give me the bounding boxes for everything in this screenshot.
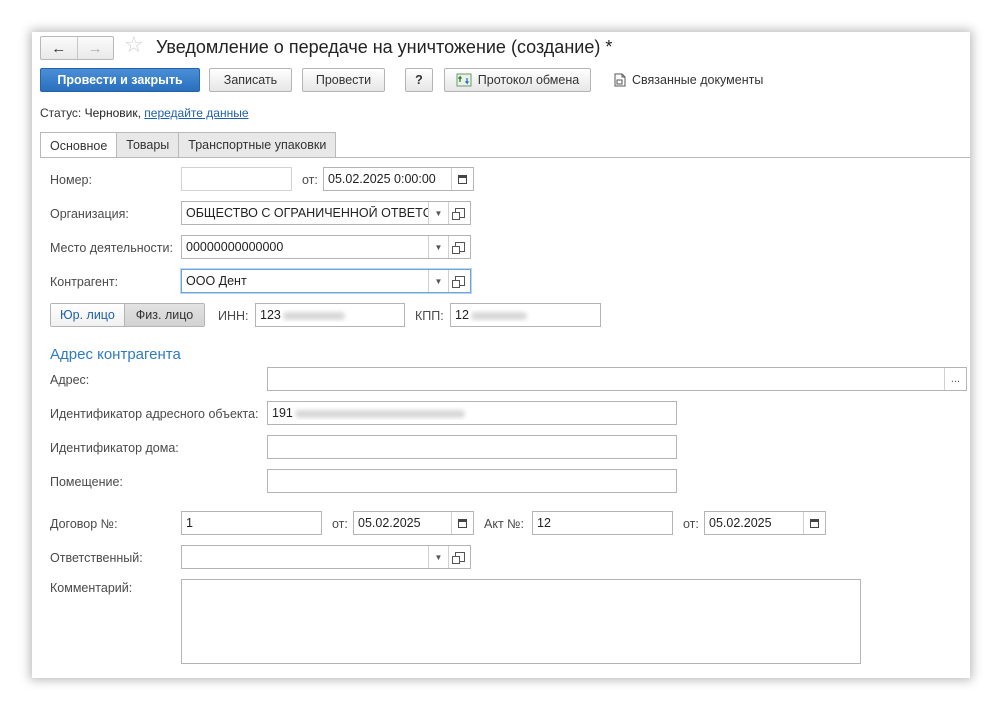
save-button[interactable]: Записать: [209, 68, 292, 92]
act-from-label: от:: [683, 517, 699, 531]
address-section-title: Адрес контрагента: [50, 346, 181, 363]
number-label: Номер:: [50, 173, 92, 187]
calendar-icon[interactable]: [451, 168, 473, 190]
calendar-icon[interactable]: [451, 512, 473, 534]
counterparty-field[interactable]: ООО Дент ▼: [181, 269, 471, 293]
organization-label: Организация:: [50, 207, 129, 221]
responsible-label: Ответственный:: [50, 551, 143, 565]
post-button[interactable]: Провести: [302, 68, 385, 92]
page-title: Уведомление о передаче на уничтожение (с…: [156, 37, 613, 57]
room-field[interactable]: [267, 469, 677, 493]
entity-type-switch: Юр. лицо Физ. лицо: [50, 303, 206, 327]
number-field[interactable]: [181, 167, 292, 191]
chevron-down-icon[interactable]: ▼: [428, 270, 448, 292]
inn-label: ИНН:: [218, 309, 249, 323]
legal-entity-button[interactable]: Юр. лицо: [51, 304, 124, 326]
address-field[interactable]: ...: [267, 367, 967, 391]
post-and-close-button[interactable]: Провести и закрыть: [40, 68, 200, 92]
forward-button[interactable]: →: [76, 37, 114, 59]
act-number-field[interactable]: 12: [532, 511, 673, 535]
counterparty-label: Контрагент:: [50, 275, 119, 289]
act-label: Акт №:: [484, 517, 525, 531]
status-label: Статус:: [40, 106, 82, 120]
open-icon[interactable]: [448, 202, 470, 224]
help-button[interactable]: ?: [405, 68, 433, 92]
status-value: Черновик,: [84, 106, 141, 120]
open-icon[interactable]: [448, 546, 470, 568]
place-field[interactable]: 00000000000000 ▼: [181, 235, 471, 259]
tab-divider: [40, 157, 970, 158]
date-from-label: от:: [302, 173, 318, 187]
kpp-field[interactable]: 12: [450, 303, 601, 327]
chevron-down-icon[interactable]: ▼: [428, 236, 448, 258]
contract-label: Договор №:: [50, 517, 118, 531]
related-docs-label: Связанные документы: [632, 73, 764, 87]
contract-date-field[interactable]: 05.02.2025: [353, 511, 474, 535]
act-date-field[interactable]: 05.02.2025: [704, 511, 826, 535]
kpp-label: КПП:: [415, 309, 444, 323]
house-id-label: Идентификатор дома:: [50, 441, 179, 455]
tab-main[interactable]: Основное: [40, 132, 118, 158]
contract-number-field[interactable]: 1: [181, 511, 322, 535]
address-label: Адрес:: [50, 373, 90, 387]
document-date-field[interactable]: 05.02.2025 0:00:00: [323, 167, 474, 191]
back-button[interactable]: ←: [41, 37, 77, 59]
individual-button[interactable]: Физ. лицо: [123, 304, 205, 326]
open-icon[interactable]: [448, 270, 470, 292]
document-icon: [614, 73, 626, 87]
status-line: Статус: Черновик, передайте данные: [40, 106, 249, 120]
comment-label: Комментарий:: [50, 581, 133, 595]
send-data-link[interactable]: передайте данные: [144, 106, 248, 120]
document-window: ← → ☆ Уведомление о передаче на уничтоже…: [32, 32, 970, 678]
related-docs-button[interactable]: Связанные документы: [614, 73, 763, 87]
object-id-field[interactable]: 191: [267, 401, 677, 425]
contract-from-label: от:: [332, 517, 348, 531]
exchange-log-label: Протокол обмена: [477, 73, 580, 87]
navigation-group: ← →: [40, 36, 114, 60]
star-icon[interactable]: ☆: [124, 34, 144, 56]
more-icon[interactable]: ...: [944, 368, 966, 390]
tab-packages[interactable]: Транспортные упаковки: [178, 132, 337, 157]
comment-textarea[interactable]: [181, 579, 861, 664]
tab-bar: Основное Товары Транспортные упаковки: [40, 132, 337, 158]
chevron-down-icon[interactable]: ▼: [428, 202, 448, 224]
object-id-label: Идентификатор адресного объекта:: [50, 407, 259, 421]
house-id-field[interactable]: [267, 435, 677, 459]
open-icon[interactable]: [448, 236, 470, 258]
tab-goods[interactable]: Товары: [116, 132, 180, 157]
calendar-icon[interactable]: [803, 512, 825, 534]
place-label: Место деятельности:: [50, 241, 173, 255]
exchange-icon: [456, 73, 472, 87]
chevron-down-icon[interactable]: ▼: [428, 546, 448, 568]
organization-field[interactable]: ОБЩЕСТВО С ОГРАНИЧЕННОЙ ОТВЕТСТВЕННОСТЬЮ…: [181, 201, 471, 225]
room-label: Помещение:: [50, 475, 123, 489]
exchange-log-button[interactable]: Протокол обмена: [444, 68, 591, 92]
inn-field[interactable]: 123: [255, 303, 405, 327]
responsible-field[interactable]: ▼: [181, 545, 471, 569]
